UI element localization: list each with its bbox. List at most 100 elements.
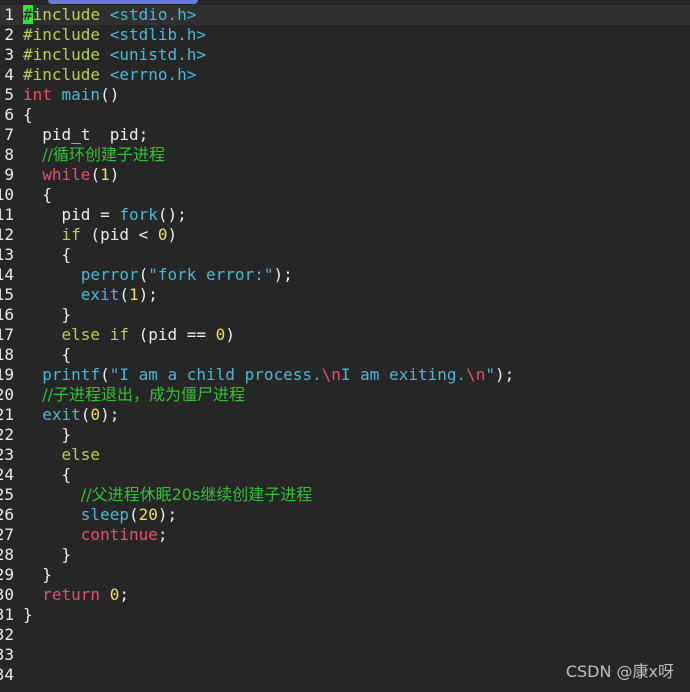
code-line[interactable]: 25 //父进程休眠20s继续创建子进程 xyxy=(0,485,690,505)
line-code[interactable]: int main() xyxy=(23,85,119,105)
code-line[interactable]: 4 #include <errno.h> xyxy=(0,65,690,85)
line-number: 30 xyxy=(0,585,14,604)
code-lines[interactable]: 1 #include <stdio.h> 2 #include <stdlib.h> 3… xyxy=(0,5,690,685)
line-code[interactable]: } xyxy=(23,605,33,625)
line-code[interactable]: perror("fork error:"); xyxy=(23,265,293,285)
line-number: 25 xyxy=(0,485,14,504)
line-code[interactable]: return 0; xyxy=(23,585,129,605)
line-code[interactable]: { xyxy=(23,245,72,265)
line-code[interactable]: else xyxy=(23,445,101,465)
line-code[interactable]: sleep(20); xyxy=(23,505,177,525)
code-line[interactable]: 30 return 0; xyxy=(0,585,690,605)
code-line[interactable]: 22 } xyxy=(0,425,690,445)
line-code[interactable]: #include <unistd.h> xyxy=(23,45,206,65)
code-line[interactable]: 12 if (pid < 0) xyxy=(0,225,690,245)
code-token: else if xyxy=(61,325,129,344)
code-line[interactable]: 20 //子进程退出，成为僵尸进程 xyxy=(0,385,690,405)
code-token: { xyxy=(23,465,72,484)
code-line[interactable]: 26 sleep(20); xyxy=(0,505,690,525)
line-code[interactable]: printf("I am a child process.\nI am exit… xyxy=(23,365,514,385)
code-token: ; xyxy=(157,525,168,544)
line-number: 9 xyxy=(4,165,14,184)
code-line[interactable]: 27 continue; xyxy=(0,525,690,545)
code-line[interactable]: 32 xyxy=(0,625,690,645)
line-code[interactable]: pid_t pid; xyxy=(23,125,148,145)
line-code[interactable]: } xyxy=(23,545,72,565)
line-number: 20 xyxy=(0,385,14,404)
line-code[interactable]: #include <stdlib.h> xyxy=(23,25,206,45)
code-line[interactable]: 18 { xyxy=(0,345,690,365)
code-line[interactable]: 16 } xyxy=(0,305,690,325)
code-token: 20 xyxy=(138,505,158,524)
code-line[interactable]: 2 #include <stdlib.h> xyxy=(0,25,690,45)
code-token: <unistd.h> xyxy=(109,45,207,64)
code-token: pid = xyxy=(23,205,120,224)
code-token: ( xyxy=(119,285,129,304)
line-number: 15 xyxy=(0,285,14,304)
code-line[interactable]: 19 printf("I am a child process.\nI am e… xyxy=(0,365,690,385)
line-code[interactable]: exit(1); xyxy=(23,285,158,305)
code-line[interactable]: 13 { xyxy=(0,245,690,265)
line-code[interactable]: { xyxy=(23,185,52,205)
line-number: 31 xyxy=(0,605,14,624)
line-code[interactable]: continue; xyxy=(23,525,168,545)
code-line[interactable]: 10 { xyxy=(0,185,690,205)
code-line[interactable]: 29 } xyxy=(0,565,690,585)
code-editor[interactable]: 1 #include <stdio.h> 2 #include <stdlib.h> 3… xyxy=(0,0,690,692)
code-line[interactable]: 23 else xyxy=(0,445,690,465)
line-code[interactable]: } xyxy=(23,565,52,585)
code-line[interactable]: 14 perror("fork error:"); xyxy=(0,265,690,285)
code-line[interactable]: 15 exit(1); xyxy=(0,285,690,305)
line-code[interactable]: { xyxy=(23,345,72,365)
code-token: 0 xyxy=(109,585,120,604)
line-number: 13 xyxy=(0,245,14,264)
code-line[interactable]: 8 //循环创建子进程 xyxy=(0,145,690,165)
line-number: 11 xyxy=(0,205,14,224)
code-token: ); xyxy=(273,265,293,284)
line-code[interactable]: } xyxy=(23,305,72,325)
code-token: ( xyxy=(138,265,149,284)
code-token: } xyxy=(23,305,72,324)
line-number: 28 xyxy=(0,545,14,564)
code-line[interactable]: 17 else if (pid == 0) xyxy=(0,325,690,345)
code-token: \n xyxy=(321,365,341,384)
code-token: ; xyxy=(119,585,129,604)
code-line[interactable]: 6{ xyxy=(0,105,690,125)
code-line[interactable]: 5 int main() xyxy=(0,85,690,105)
code-token: main xyxy=(61,85,101,104)
code-token: include xyxy=(32,5,110,24)
line-code[interactable]: } xyxy=(23,425,72,445)
code-line[interactable]: 24 { xyxy=(0,465,690,485)
code-line[interactable]: 31} xyxy=(0,605,690,625)
line-code[interactable]: #include <stdio.h> xyxy=(23,5,196,25)
code-line[interactable]: 1 #include <stdio.h> xyxy=(0,5,690,25)
line-number: 27 xyxy=(0,525,14,544)
code-line[interactable]: 9 while(1) xyxy=(0,165,690,185)
line-code[interactable]: pid = fork(); xyxy=(23,205,187,225)
code-line[interactable]: 21 exit(0); xyxy=(0,405,690,425)
line-number: 7 xyxy=(4,125,14,144)
code-line[interactable]: 7 pid_t pid; xyxy=(0,125,690,145)
line-code[interactable]: { xyxy=(23,105,33,125)
line-code[interactable]: { xyxy=(23,465,72,485)
code-line[interactable]: 3 #include <unistd.h> xyxy=(0,45,690,65)
line-code[interactable]: //父进程休眠20s继续创建子进程 xyxy=(23,485,312,505)
line-code[interactable]: exit(0); xyxy=(23,405,119,425)
code-token: "I am a child process. xyxy=(109,365,322,384)
line-number: 8 xyxy=(4,145,14,164)
line-code[interactable]: //循环创建子进程 xyxy=(23,145,165,165)
line-code[interactable]: #include <errno.h> xyxy=(23,65,196,85)
code-token: if xyxy=(61,225,81,244)
line-code[interactable]: while(1) xyxy=(23,165,119,185)
line-code[interactable]: if (pid < 0) xyxy=(23,225,178,245)
line-code[interactable]: //子进程退出，成为僵尸进程 xyxy=(23,385,245,405)
code-token: (); xyxy=(157,205,187,224)
code-line[interactable]: 28 } xyxy=(0,545,690,565)
line-code[interactable]: else if (pid == 0) xyxy=(23,325,235,345)
code-line[interactable]: 11 pid = fork(); xyxy=(0,205,690,225)
